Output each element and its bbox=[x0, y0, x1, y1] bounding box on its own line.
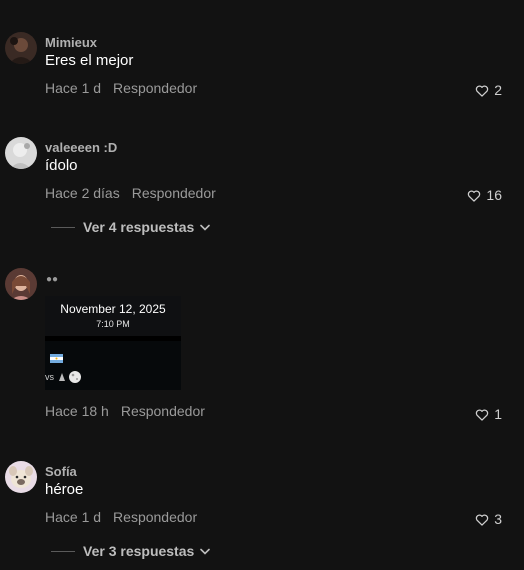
avatar[interactable] bbox=[5, 137, 37, 169]
comment-text: héroe bbox=[45, 481, 84, 498]
reply-button[interactable]: Respondedor bbox=[132, 185, 216, 201]
heart-icon bbox=[476, 409, 489, 421]
image-text-fragment: vs bbox=[45, 372, 54, 382]
comment-meta: Hace 2 días Respondedor bbox=[45, 185, 216, 201]
heart-icon bbox=[468, 190, 481, 202]
comment-meta: Hace 1 d Respondedor bbox=[45, 509, 197, 525]
comment-text: Eres el mejor bbox=[45, 52, 134, 69]
reply-button[interactable]: Respondedor bbox=[113, 80, 197, 96]
like-button[interactable]: 16 bbox=[467, 187, 502, 203]
replies-divider bbox=[51, 550, 75, 552]
shared-screenshot-image[interactable]: November 12, 2025 7:10 PM vs bbox=[45, 296, 181, 390]
comment-meta: Hace 1 d Respondedor bbox=[45, 80, 197, 96]
avatar[interactable] bbox=[5, 268, 37, 300]
chevron-down-icon bbox=[200, 548, 211, 555]
like-count: 16 bbox=[486, 187, 502, 203]
comment-time: Hace 1 d bbox=[45, 80, 102, 96]
argentina-flag-icon bbox=[50, 354, 63, 363]
like-count: 3 bbox=[494, 511, 502, 527]
view-replies-button[interactable]: Ver 3 respuestas bbox=[51, 543, 211, 559]
comments-list: Mimieux Eres el mejor Hace 1 d Responded… bbox=[0, 0, 524, 570]
heart-icon bbox=[476, 514, 489, 526]
comment-time: Hace 1 d bbox=[45, 509, 102, 525]
avatar[interactable] bbox=[5, 32, 37, 64]
like-button[interactable]: 3 bbox=[475, 511, 502, 527]
image-date: November 12, 2025 bbox=[60, 302, 166, 316]
comment-username[interactable]: valeeeen :D bbox=[45, 140, 117, 155]
comment-text: ídolo bbox=[45, 157, 78, 174]
chevron-down-icon bbox=[200, 224, 211, 231]
like-button[interactable]: 1 bbox=[475, 406, 502, 422]
view-replies-label: Ver 3 respuestas bbox=[83, 543, 195, 559]
like-count: 2 bbox=[494, 82, 502, 98]
like-button[interactable]: 2 bbox=[475, 82, 502, 98]
comment-time: Hace 18 h bbox=[45, 403, 109, 419]
image-band-top bbox=[45, 336, 181, 341]
comment-username[interactable]: Sofía bbox=[45, 464, 77, 479]
heart-icon bbox=[476, 85, 489, 97]
moon-emoji-icon bbox=[59, 371, 81, 383]
avatar[interactable] bbox=[5, 461, 37, 493]
view-replies-label: Ver 4 respuestas bbox=[83, 219, 195, 235]
view-replies-button[interactable]: Ver 4 respuestas bbox=[51, 219, 211, 235]
reply-button[interactable]: Respondedor bbox=[113, 509, 197, 525]
reply-button[interactable]: Respondedor bbox=[121, 403, 205, 419]
comment-username[interactable]: Mimieux bbox=[45, 35, 97, 50]
replies-divider bbox=[51, 226, 75, 228]
image-time: 7:10 PM bbox=[96, 319, 130, 329]
comment-meta: Hace 18 h Respondedor bbox=[45, 403, 205, 419]
comment-time: Hace 2 días bbox=[45, 185, 120, 201]
paw-print-icon[interactable]: ●● bbox=[46, 274, 58, 285]
like-count: 1 bbox=[494, 406, 502, 422]
